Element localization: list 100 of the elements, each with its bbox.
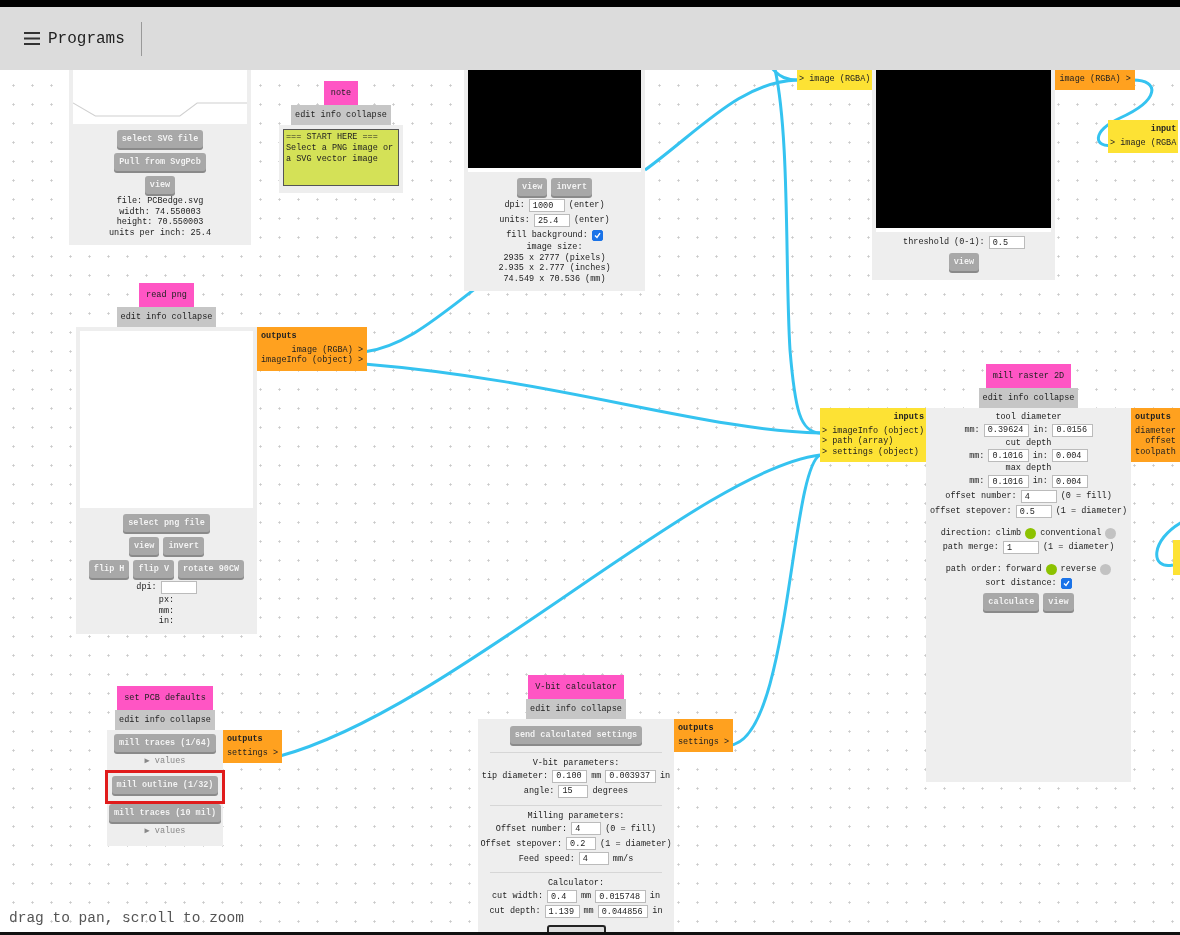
module-menu[interactable]: edit info collapse (978, 387, 1079, 409)
checkbox[interactable] (591, 229, 603, 241)
field-label: in: (1032, 476, 1048, 487)
value-field[interactable]: 0.100 (552, 769, 588, 783)
module-menu[interactable]: edit info collapse (115, 709, 215, 731)
unit-label: mm/s (612, 853, 634, 865)
value-field[interactable]: 1.139 (544, 905, 580, 919)
radio-button[interactable] (1105, 527, 1117, 539)
info-text: 74.549 x 70.536 (mm) (503, 273, 606, 285)
value-field[interactable]: 4 (1020, 490, 1057, 504)
info-text: max depth (1005, 463, 1052, 475)
connection-wire (1155, 520, 1180, 567)
radio-button[interactable] (1045, 563, 1057, 575)
info-text: 2.935 x 2.777 (inches) (498, 263, 611, 274)
field-label: mm: (969, 450, 985, 462)
module-title: note (323, 81, 359, 105)
module-title: read png (139, 283, 194, 307)
output-port[interactable]: imageInfo (object) > (261, 355, 364, 366)
input-port[interactable]: > imageInfo (object) (822, 425, 925, 437)
value-field[interactable]: 4 (578, 852, 609, 866)
field-label: Offset stepover: (480, 838, 563, 850)
info-text: tool diameter (995, 412, 1062, 423)
value-field[interactable]: 15 (558, 784, 589, 798)
info-text: Calculator: (547, 878, 605, 890)
value-field[interactable]: 1 (1002, 541, 1039, 555)
output-port[interactable]: image (RGBA) > (1059, 74, 1131, 85)
info-text: width: 74.550003 (119, 206, 201, 217)
value-field[interactable]: 0.044856 (597, 905, 649, 919)
info-text: units per inch: 25.4 (109, 227, 211, 239)
value-field[interactable]: 0.5 (1015, 505, 1052, 519)
output-port[interactable]: diameter (1135, 425, 1176, 437)
field-label: Offset number: (495, 823, 568, 835)
module-menu[interactable]: edit info collapse (116, 306, 217, 328)
panel-heading: outputs (678, 723, 714, 734)
option-label: conventional (1040, 527, 1102, 539)
option-label: reverse (1060, 563, 1097, 575)
field-label: mm: (964, 425, 980, 436)
checkbox-label: sort distance: (985, 577, 1057, 589)
input-port[interactable]: > image (RGBA) (799, 74, 871, 85)
option-label: climb (995, 527, 1022, 539)
value-field[interactable]: 1000 (528, 199, 565, 212)
unit-label: (1 = diameter) (600, 838, 672, 850)
info-text: in: (158, 616, 175, 628)
unit-label: in (649, 891, 660, 902)
output-port[interactable]: image (RGBA) > (291, 344, 364, 356)
radio-button[interactable] (1100, 563, 1112, 575)
input-port[interactable]: > path (array) (822, 436, 925, 447)
value-field[interactable]: 4 (571, 822, 602, 836)
output-port[interactable]: toolpath (1135, 446, 1176, 458)
unit-label: (1 = diameter) (1042, 542, 1115, 553)
field-label: offset stepover: (930, 506, 1012, 517)
programs-menu-button[interactable]: Programs (20, 27, 129, 50)
option-label: direction: (940, 527, 992, 539)
value-field[interactable]: 0.0156 (1052, 423, 1093, 437)
value-field[interactable]: 25.4 (533, 214, 570, 227)
value-field[interactable]: 0.003937 (605, 769, 656, 783)
unit-label: (enter) (568, 200, 605, 211)
unit-label: mm (583, 906, 594, 917)
option-label: path order: (945, 563, 1002, 575)
info-text: px: (158, 595, 175, 606)
info-text: cut depth (1005, 437, 1052, 449)
field-label: cut width: (492, 891, 543, 902)
field-label: dpi: (504, 200, 525, 211)
value-field[interactable]: 0.015748 (595, 890, 646, 904)
panel-heading: outputs (1135, 412, 1171, 423)
input-port[interactable]: > settings (object) (822, 446, 925, 458)
value-field[interactable]: 0.2 (566, 837, 597, 851)
value-field[interactable]: 0.1016 (988, 449, 1029, 463)
output-port[interactable]: offset (1145, 436, 1176, 447)
field-label: Feed speed: (518, 853, 575, 865)
info-text: image size: (526, 242, 583, 253)
checkbox[interactable] (1060, 577, 1072, 589)
note-field[interactable]: === START HERE === Select a PNG image or a SVG vector image (283, 129, 399, 187)
info-text: Milling parameters: (527, 810, 625, 822)
value-field[interactable]: 0.1016 (988, 475, 1029, 489)
menu-icon (24, 32, 40, 45)
module-menu[interactable]: edit info collapse (291, 104, 391, 126)
field-label: offset number: (945, 491, 1017, 502)
output-port[interactable]: settings > (678, 736, 729, 748)
value-field[interactable]: 0.4 (547, 890, 577, 904)
value-field[interactable]: 0.5 (988, 236, 1025, 249)
unit-label: in (652, 906, 663, 917)
unit-label: degrees (592, 786, 629, 797)
canvas-hint: drag to pan, scroll to zoom (9, 910, 244, 926)
radio-button[interactable] (1025, 527, 1037, 539)
info-text: 2935 x 2777 (pixels) (503, 252, 606, 263)
value-field[interactable] (160, 581, 197, 595)
unit-label: mm (581, 891, 592, 902)
output-port[interactable]: settings > (227, 747, 278, 759)
value-field[interactable]: 0.004 (1051, 475, 1088, 489)
value-field[interactable]: 0.004 (1051, 449, 1088, 463)
unit-label: in (659, 771, 671, 782)
checkbox-label: fill background: (506, 229, 588, 241)
panel-heading: input (1150, 124, 1177, 135)
field-label: units: (499, 215, 530, 226)
input-port[interactable]: > image (RGBA (1110, 137, 1177, 149)
module-menu[interactable]: edit info collapse (526, 698, 626, 720)
unit-label: (enter) (573, 215, 610, 226)
value-field[interactable]: 0.39624 (983, 423, 1030, 437)
info-text: mm: (158, 605, 175, 616)
